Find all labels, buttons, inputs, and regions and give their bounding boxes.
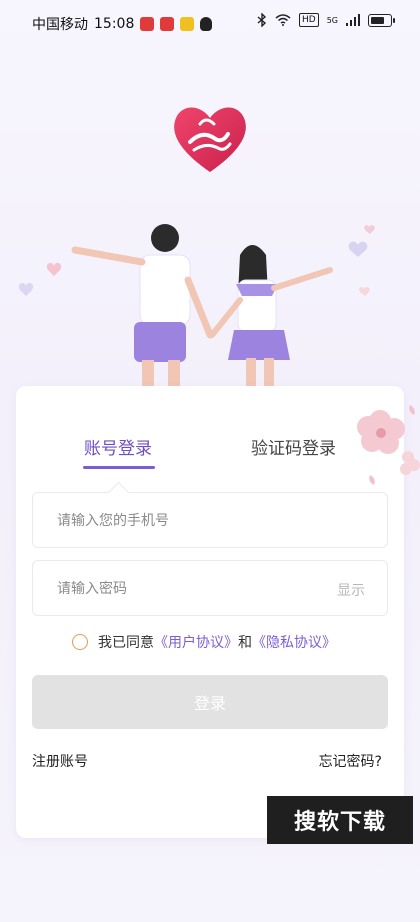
- carrier-label: 中国移动: [32, 17, 88, 33]
- agreement-checkbox[interactable]: [72, 634, 88, 650]
- show-password-button[interactable]: 显示: [337, 580, 365, 600]
- blossom-decoration: [357, 405, 420, 485]
- qq-icon: [200, 17, 213, 31]
- forgot-password-link[interactable]: 忘记密码?: [319, 751, 382, 771]
- active-tab-indicator: [83, 466, 155, 469]
- signal-icon: [346, 14, 360, 26]
- tab-sms-login[interactable]: 验证码登录: [251, 434, 336, 459]
- network-type: 5G: [326, 15, 338, 25]
- tab-account-login[interactable]: 账号登录: [84, 434, 152, 459]
- app-notification-icon: [140, 17, 155, 31]
- clock: 15:08: [94, 16, 135, 32]
- app-notification-icon: [180, 17, 195, 31]
- app-notification-icon: [160, 17, 175, 31]
- app-logo: [174, 107, 246, 172]
- phone-input[interactable]: [55, 493, 309, 549]
- agreement-row: 我已同意 《用户协议》 和 《隐私协议》: [72, 632, 336, 652]
- privacy-agreement-link[interactable]: 《隐私协议》: [252, 632, 336, 652]
- watermark-badge: 搜软下载: [267, 796, 413, 844]
- phone-field: [32, 492, 388, 549]
- battery-icon: [368, 13, 395, 27]
- bluetooth-icon: [257, 13, 267, 27]
- register-link[interactable]: 注册账号: [32, 751, 88, 771]
- password-input[interactable]: [55, 561, 309, 617]
- password-field: 显示: [32, 560, 388, 617]
- status-bar: 中国移动 15:08 HD 5G: [0, 0, 420, 48]
- login-card: 账号登录 验证码登录 显示 我已同意 《用户协议》 和 《隐私协议》 登录 注册…: [16, 386, 404, 838]
- agreement-prefix: 我已同意: [98, 635, 154, 651]
- hd-badge: HD: [299, 13, 319, 27]
- login-button[interactable]: 登录: [32, 675, 388, 729]
- agreement-and: 和: [238, 635, 252, 651]
- wifi-icon: [275, 14, 291, 26]
- user-agreement-link[interactable]: 《用户协议》: [154, 632, 238, 652]
